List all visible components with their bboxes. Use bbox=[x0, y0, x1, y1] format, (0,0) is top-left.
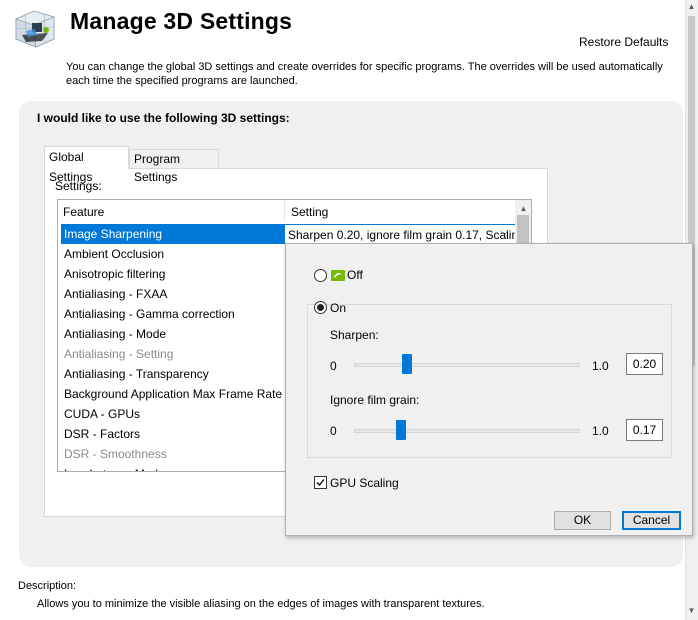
table-row[interactable]: Ambient Occlusion bbox=[61, 244, 284, 264]
table-row[interactable]: CUDA - GPUs bbox=[61, 404, 284, 424]
table-row[interactable]: Background Application Max Frame Rate bbox=[61, 384, 284, 404]
scroll-down-icon[interactable]: ▼ bbox=[685, 606, 698, 615]
table-row[interactable]: DSR - Factors bbox=[61, 424, 284, 444]
scroll-up-icon[interactable]: ▲ bbox=[685, 2, 698, 11]
description-label: Description: bbox=[18, 580, 77, 592]
tab-global-settings[interactable]: Global Settings bbox=[44, 146, 129, 184]
restore-defaults-link[interactable]: Restore Defaults bbox=[579, 35, 668, 49]
column-header-feature[interactable]: Feature bbox=[63, 205, 104, 219]
gpu-scaling-label: GPU Scaling bbox=[330, 476, 399, 490]
setting-dropdown[interactable]: Sharpen 0.20, ignore film grain 0.17, Sc… bbox=[284, 224, 516, 244]
film-grain-value-input[interactable]: 0.17 bbox=[626, 419, 663, 441]
table-row[interactable]: Low Latency Mode bbox=[61, 464, 284, 471]
tab-program-settings[interactable]: Program Settings bbox=[129, 149, 219, 184]
panel-heading: I would like to use the following 3D set… bbox=[37, 111, 290, 125]
ok-button[interactable]: OK bbox=[554, 511, 611, 530]
description-text: Allows you to minimize the visible alias… bbox=[37, 598, 485, 610]
table-row[interactable]: Anisotropic filtering bbox=[61, 264, 284, 284]
nvidia-icon bbox=[331, 270, 345, 281]
on-radio[interactable] bbox=[314, 301, 327, 314]
sharpen-label: Sharpen: bbox=[330, 328, 379, 342]
on-label: On bbox=[330, 301, 347, 315]
sharpen-value-input[interactable]: 0.20 bbox=[626, 353, 663, 375]
film-grain-min-label: 0 bbox=[330, 424, 337, 438]
off-label: Off bbox=[347, 268, 363, 282]
table-scroll-up-icon[interactable]: ▲ bbox=[517, 204, 530, 213]
film-grain-max-label: 1.0 bbox=[592, 424, 609, 438]
3d-settings-logo-icon bbox=[15, 10, 55, 48]
column-divider bbox=[284, 200, 285, 222]
film-grain-label: Ignore film grain: bbox=[330, 393, 420, 407]
table-row[interactable]: Antialiasing - Mode bbox=[61, 324, 284, 344]
film-grain-slider-thumb[interactable] bbox=[395, 420, 406, 440]
page-title: Manage 3D Settings bbox=[70, 8, 293, 34]
table-row[interactable]: Antialiasing - Setting bbox=[61, 344, 284, 364]
table-row[interactable]: Antialiasing - Gamma correction bbox=[61, 304, 284, 324]
table-scrollbar-thumb[interactable] bbox=[517, 215, 529, 245]
table-row[interactable]: DSR - Smoothness bbox=[61, 444, 284, 464]
table-row[interactable]: Antialiasing - FXAA bbox=[61, 284, 284, 304]
intro-text: You can change the global 3D settings an… bbox=[66, 61, 663, 87]
sharpen-slider-thumb[interactable] bbox=[402, 354, 413, 374]
column-header-setting[interactable]: Setting bbox=[291, 205, 328, 219]
sharpen-slider-track[interactable] bbox=[354, 363, 580, 367]
table-row[interactable]: Image Sharpening bbox=[61, 224, 284, 244]
checkmark-icon bbox=[316, 479, 325, 486]
sharpen-max-label: 1.0 bbox=[592, 359, 609, 373]
off-radio[interactable] bbox=[314, 269, 327, 282]
sharpen-min-label: 0 bbox=[330, 359, 337, 373]
table-row[interactable]: Antialiasing - Transparency bbox=[61, 364, 284, 384]
film-grain-slider-track[interactable] bbox=[354, 429, 580, 433]
radio-selected-dot bbox=[317, 304, 324, 311]
cancel-button[interactable]: Cancel bbox=[622, 511, 681, 530]
chevron-down-icon[interactable]: ⌵ bbox=[500, 226, 508, 239]
gpu-scaling-checkbox[interactable] bbox=[314, 476, 327, 489]
